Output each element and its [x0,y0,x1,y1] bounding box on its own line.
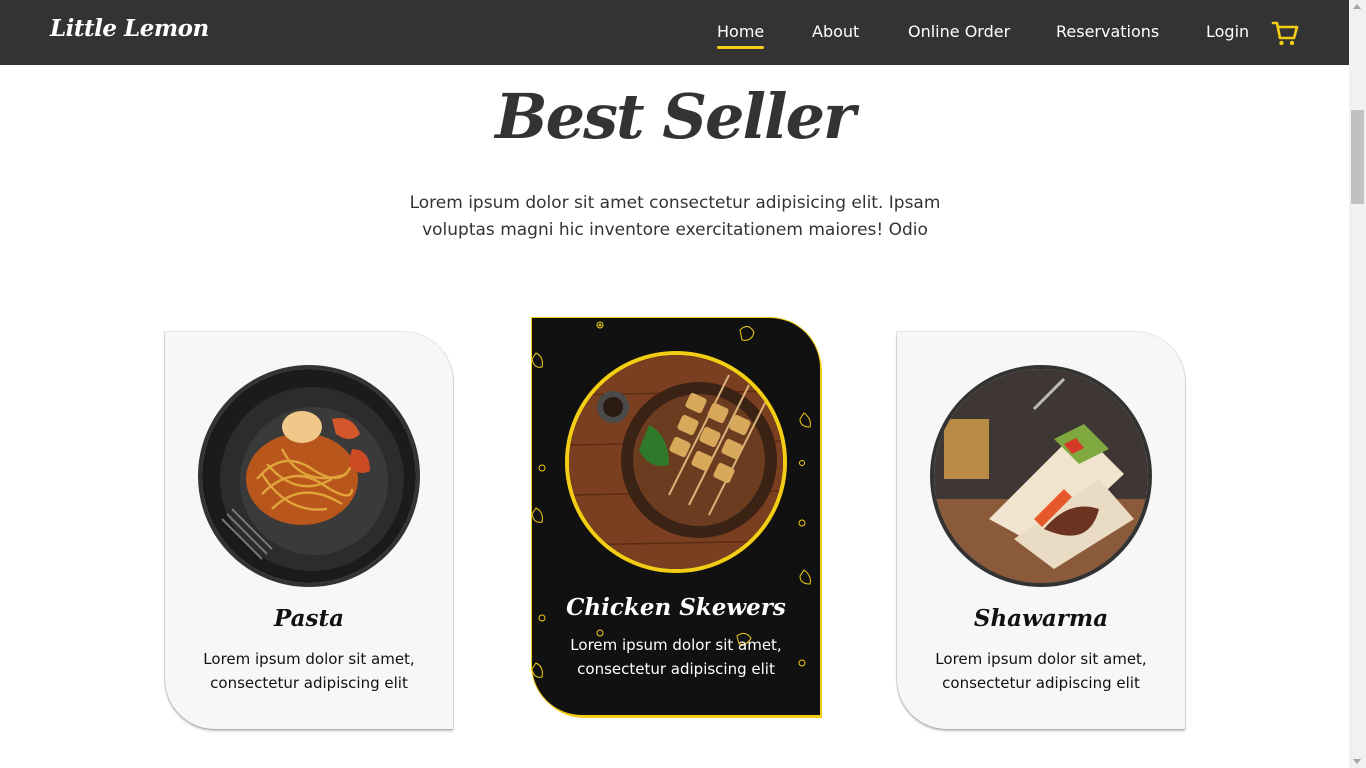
pasta-image [198,365,420,587]
shawarma-image [930,365,1152,587]
menu-card-shawarma[interactable]: Shawarma Lorem ipsum dolor sit amet, con… [897,332,1185,729]
nav-link-reservations[interactable]: Reservations [1056,22,1159,42]
menu-card-chicken-skewers[interactable]: Chicken Skewers Lorem ipsum dolor sit am… [532,318,820,715]
scroll-up-arrow-icon[interactable] [1353,4,1361,9]
brand-logo[interactable]: Little Lemon [50,15,209,42]
menu-card-pasta[interactable]: Pasta Lorem ipsum dolor sit amet, consec… [165,332,453,729]
nav-link-about[interactable]: About [812,22,859,42]
page-scrollbar[interactable] [1349,0,1366,768]
section-description: Lorem ipsum dolor sit amet consectetur a… [409,193,941,240]
card-title-shawarma: Shawarma [973,605,1109,632]
section-title: Best Seller [495,80,855,153]
card-title-chicken-skewers: Chicken Skewers [566,594,786,621]
top-navbar: Little Lemon Home About Online Order Res… [0,0,1349,65]
card-title-pasta: Pasta [273,605,345,632]
card-description-pasta: Lorem ipsum dolor sit amet, consectetur … [203,650,415,692]
nav-link-home[interactable]: Home [717,22,765,49]
nav-link-login[interactable]: Login [1206,22,1249,42]
card-description-shawarma: Lorem ipsum dolor sit amet, consectetur … [935,650,1147,692]
scrollbar-thumb[interactable] [1351,110,1364,204]
scroll-down-arrow-icon[interactable] [1353,759,1361,764]
card-description-chicken-skewers: Lorem ipsum dolor sit amet, consectetur … [570,636,782,678]
nav-link-online-order[interactable]: Online Order [908,22,1010,42]
shopping-cart-icon[interactable] [1270,18,1300,48]
chicken-skewers-image [565,351,787,573]
